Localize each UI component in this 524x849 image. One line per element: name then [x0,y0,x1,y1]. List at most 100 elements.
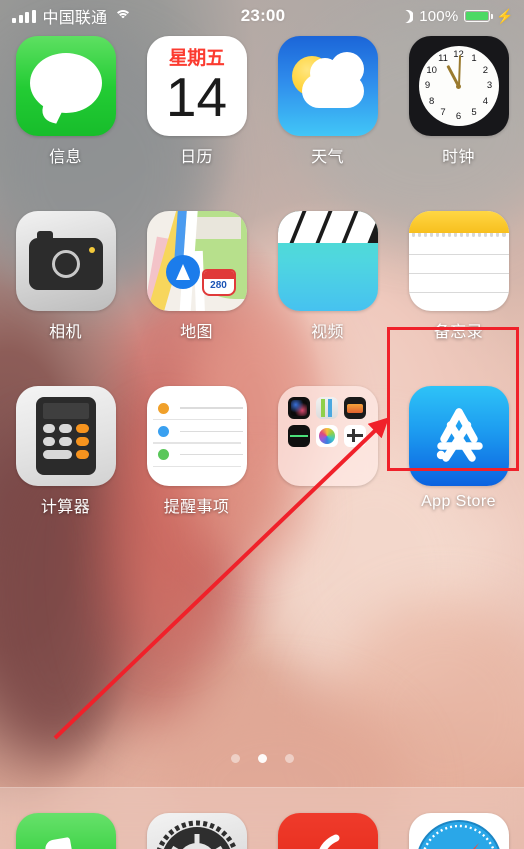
dock [0,787,524,849]
notes-header-bar [408,211,509,233]
clock-numeral: 6 [455,111,462,122]
battery-percent-label: 100% [419,7,459,25]
carrier-label: 中国联通 [42,10,108,27]
page-indicator-dots[interactable] [0,754,524,763]
lightning-bolt-icon: ⚡ [496,8,515,24]
clock-icon[interactable]: 111098765432112 [408,36,509,136]
videos-icon[interactable] [277,211,378,311]
folder-icon[interactable] [277,386,378,486]
clock-numeral: 1 [471,53,477,65]
app-folder[interactable] [262,386,393,517]
app-icon-camera[interactable]: 相机 [0,211,131,342]
clapperboard-bar [277,211,378,243]
music-logo-glyph [319,834,339,849]
calculator-screen [42,403,89,419]
phone-handset-shape [43,836,74,849]
clock-numeral: 5 [471,106,477,118]
clock-numeral: 8 [428,95,435,107]
dock-item-settings[interactable] [131,788,262,849]
clock-center-pin [456,83,461,89]
app-row: 计算器 提醒事项 App Store [0,386,524,517]
clock-numeral: 4 [482,95,488,107]
notes-perforation [409,233,509,238]
messages-bubble [29,53,102,113]
app-icon-weather[interactable]: 天气 [262,36,393,167]
dock-item-phone[interactable] [0,788,131,849]
reminders-icon[interactable] [146,386,247,486]
maps-icon[interactable]: 280 [146,211,247,311]
maps-location-arrow [165,255,200,289]
status-bar-center: 23:00 [241,6,285,26]
app-label: 信息 [49,149,82,166]
app-label: 地图 [180,324,213,341]
app-icon-notes[interactable]: 备忘录 [393,211,524,342]
row-spacer [0,342,524,386]
calculator-keys [42,424,89,459]
phone-icon[interactable] [15,813,116,849]
folder-mini-icon [287,397,310,419]
page-dot[interactable] [284,754,294,763]
calculator-body [35,397,96,475]
calculator-icon[interactable] [15,386,116,486]
clock-numeral: 3 [486,80,493,91]
app-icon-reminders[interactable]: 提醒事项 [131,386,262,517]
messages-icon[interactable] [15,36,116,136]
clock-numeral: 11 [438,53,448,65]
app-label: 相机 [49,324,82,341]
folder-mini-icon [315,424,338,447]
app-row: 信息 星期五 14 日历 天气 111098765432112 [0,36,524,167]
app-label: 备忘录 [433,324,484,341]
calendar-icon[interactable]: 星期五 14 [146,36,247,136]
maps-route-shield: 280 [201,269,236,296]
battery-full-icon [464,10,493,22]
app-label: 计算器 [40,499,91,516]
do-not-disturb-moon-icon [400,10,413,23]
gear-glyph [156,820,237,849]
clock-numeral: 2 [482,64,488,76]
safari-compass-icon[interactable] [408,813,509,849]
app-icon-messages[interactable]: 信息 [0,36,131,167]
app-label: 提醒事项 [163,499,230,516]
folder-mini-icon [315,397,338,419]
music-red-icon[interactable] [277,813,378,849]
app-label: 日历 [180,149,213,166]
notes-line [408,273,509,275]
reminders-dot-green [155,447,171,463]
app-label: 天气 [311,149,344,166]
dock-item-music[interactable] [262,788,393,849]
page-dot-active[interactable] [257,754,267,763]
app-icon-calculator[interactable]: 计算器 [0,386,131,517]
weather-icon[interactable] [277,36,378,136]
notes-icon[interactable] [408,211,509,311]
app-icon-app-store[interactable]: App Store [393,386,524,517]
maps-route-number: 280 [210,280,227,291]
clock-face: 111098765432112 [418,46,499,126]
app-icon-videos[interactable]: 视频 [262,211,393,342]
reminders-row [147,420,247,442]
reminders-row [147,397,247,419]
folder-mini-icon [287,424,310,447]
wifi-icon [114,9,132,23]
app-icon-maps[interactable]: 280 地图 [131,211,262,342]
app-icon-clock[interactable]: 111098765432112 时钟 [393,36,524,167]
page-dot[interactable] [230,754,240,763]
signal-bars-icon [12,9,36,23]
app-icon-calendar[interactable]: 星期五 14 日历 [131,36,262,167]
app-label: 视频 [311,324,344,341]
notes-line [408,292,509,294]
row-spacer [0,167,524,211]
status-bar-right: 100% ⚡ [285,8,524,25]
status-bar: 中国联通 23:00 100% ⚡ [0,0,524,32]
app-store-icon[interactable] [408,386,509,486]
app-label: 时钟 [442,149,475,166]
folder-mini-icon [344,424,367,447]
notes-line [408,254,509,256]
camera-icon[interactable] [15,211,116,311]
folder-mini-icon [344,397,367,419]
settings-gear-icon[interactable] [146,813,247,849]
dock-item-safari[interactable] [393,788,524,849]
status-bar-left: 中国联通 [0,4,241,28]
reminders-dot-blue [155,423,171,439]
camera-flash [88,246,95,253]
camera-body [28,230,103,290]
